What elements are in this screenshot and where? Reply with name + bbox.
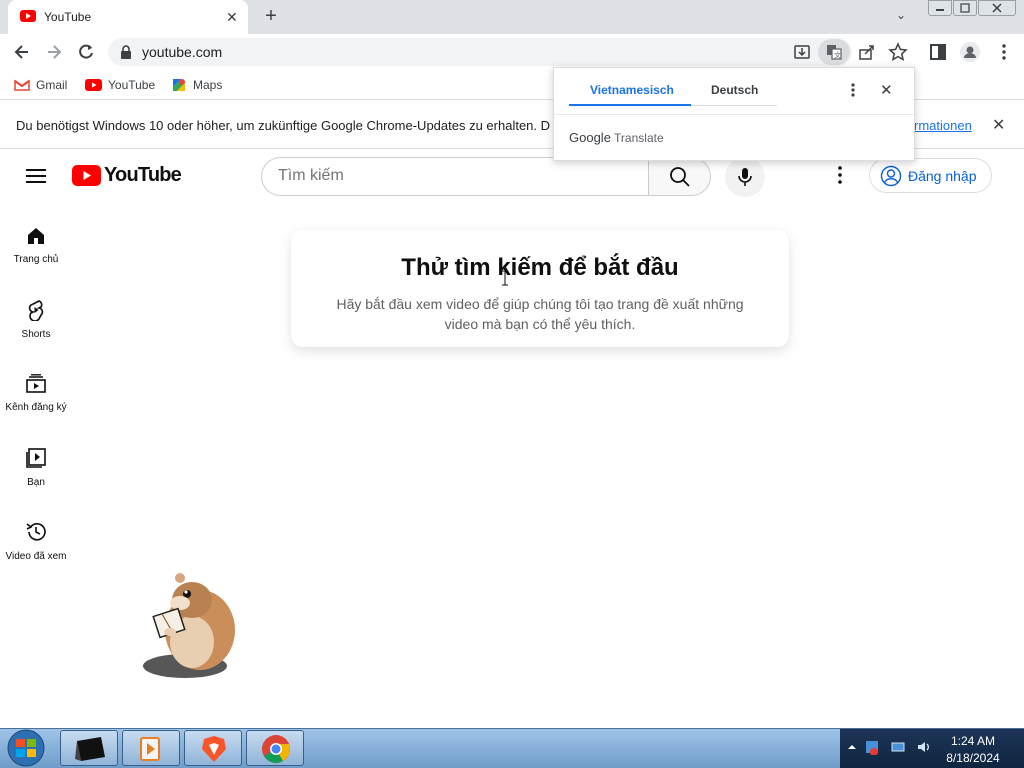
google-translate-brand: Google Translate xyxy=(569,130,664,145)
sidebar-item-label: Bạn xyxy=(27,477,45,488)
search-input[interactable] xyxy=(278,167,638,185)
sign-in-label: Đăng nhập xyxy=(908,167,977,184)
translate-popup: Vietnamesisch Deutsch ✕ Google Translate xyxy=(553,67,915,161)
tray-network-icon[interactable] xyxy=(890,739,906,755)
brave-icon xyxy=(185,731,241,767)
sidebar-item-home[interactable]: Trang chủ xyxy=(0,226,72,265)
forward-icon[interactable] xyxy=(44,42,64,62)
sidebar-item-shorts[interactable]: Shorts xyxy=(0,299,72,340)
search-box[interactable] xyxy=(261,157,649,196)
empty-state-title: Thử tìm kiếm để bắt đầu xyxy=(401,254,679,281)
youtube-icon xyxy=(85,79,102,91)
start-button[interactable] xyxy=(6,729,46,767)
reload-icon[interactable] xyxy=(76,42,96,62)
tab-youtube[interactable]: YouTube ✕ xyxy=(8,0,248,34)
home-icon xyxy=(0,226,72,246)
google-brand-text: Google xyxy=(569,130,611,145)
clock-date: 8/18/2024 xyxy=(946,751,1000,765)
tray-expand-icon[interactable] xyxy=(848,743,856,751)
chrome-menu-icon[interactable] xyxy=(994,42,1014,62)
translate-close-icon[interactable]: ✕ xyxy=(880,81,893,99)
side-panel-icon[interactable] xyxy=(928,42,948,62)
search-button[interactable] xyxy=(648,157,711,196)
hamburger-menu-icon[interactable] xyxy=(26,167,46,185)
youtube-favicon-icon xyxy=(20,10,36,22)
window-close-button[interactable] xyxy=(978,0,1016,16)
sidebar-item-label: Shorts xyxy=(21,329,51,340)
infobar-message: Du benötigst Windows 10 oder höher, um z… xyxy=(16,118,551,133)
clock-time: 1:24 AM xyxy=(950,734,996,748)
text-cursor-icon xyxy=(502,270,508,286)
account-icon xyxy=(880,165,902,187)
taskbar-media-player-app[interactable] xyxy=(122,730,180,766)
youtube-logo-text: YouTube xyxy=(104,164,182,186)
translate-page-icon[interactable]: 文 xyxy=(818,39,850,65)
terminal-icon xyxy=(61,731,117,767)
bookmark-maps[interactable]: Maps xyxy=(171,77,222,93)
taskbar-brave-browser[interactable] xyxy=(184,730,242,766)
sidebar-item-label: Trang chủ xyxy=(13,254,59,265)
shorts-icon xyxy=(0,299,72,321)
translate-divider xyxy=(554,114,914,115)
youtube-logo[interactable]: YouTube xyxy=(72,164,182,187)
tray-app-icon[interactable] xyxy=(864,739,880,755)
tab-title: YouTube xyxy=(44,10,92,24)
subscriptions-icon xyxy=(0,374,72,394)
translate-source-tab[interactable]: Vietnamesisch xyxy=(590,83,674,97)
infobar-more-info-link[interactable]: rmationen xyxy=(914,118,972,133)
translate-options-icon[interactable] xyxy=(850,82,856,98)
history-icon xyxy=(0,521,72,543)
tab-search-icon[interactable]: ⌄ xyxy=(896,8,906,22)
svg-text:文: 文 xyxy=(834,51,841,60)
translate-brand-text: Translate xyxy=(614,131,664,145)
sidebar-item-label: Kênh đăng ký xyxy=(5,402,67,413)
sidebar-item-you[interactable]: Bạn xyxy=(0,447,72,488)
sidebar-item-label: Video đã xem xyxy=(5,551,67,562)
back-icon[interactable] xyxy=(12,42,32,62)
profile-icon[interactable] xyxy=(960,42,980,62)
bookmark-gmail[interactable]: Gmail xyxy=(14,77,67,93)
taskbar-chrome-browser[interactable] xyxy=(246,730,304,766)
tab-divider xyxy=(691,105,777,106)
media-player-icon xyxy=(123,731,179,767)
bookmark-label: Gmail xyxy=(36,78,68,92)
new-tab-button[interactable]: + xyxy=(260,5,282,27)
bookmark-label: YouTube xyxy=(108,78,156,92)
infobar-close-icon[interactable]: ✕ xyxy=(992,115,1005,135)
settings-more-icon[interactable] xyxy=(830,165,850,185)
url-text[interactable]: youtube.com xyxy=(142,44,222,60)
sidebar-item-history[interactable]: Video đã xem xyxy=(0,521,72,562)
hamster-reading-image xyxy=(140,570,242,680)
restore-button[interactable] xyxy=(953,0,977,16)
sign-in-button[interactable]: Đăng nhập xyxy=(869,158,992,193)
active-tab-underline xyxy=(569,104,691,106)
library-icon xyxy=(0,447,72,469)
empty-state-body: Hãy bắt đầu xem video để giúp chúng tôi … xyxy=(336,296,744,332)
share-icon[interactable] xyxy=(857,42,877,62)
minimize-button[interactable] xyxy=(928,0,952,16)
tab-close-icon[interactable]: ✕ xyxy=(226,9,238,26)
gmail-icon xyxy=(14,79,30,91)
taskbar-clock[interactable]: 1:24 AM 8/18/2024 xyxy=(940,733,1006,767)
bookmark-youtube[interactable]: YouTube xyxy=(85,77,155,93)
chrome-icon xyxy=(247,731,303,767)
taskbar-terminal-app[interactable] xyxy=(60,730,118,766)
address-bar[interactable]: youtube.com xyxy=(108,38,852,66)
tray-volume-icon[interactable] xyxy=(916,739,932,755)
maps-icon xyxy=(171,77,187,93)
bookmark-star-icon[interactable] xyxy=(888,42,908,62)
install-app-icon[interactable] xyxy=(792,42,812,62)
empty-state-card: Thử tìm kiếm để bắt đầu Hãy bắt đầu xem … xyxy=(291,230,789,347)
sidebar-item-subscriptions[interactable]: Kênh đăng ký xyxy=(0,374,72,413)
youtube-play-icon xyxy=(72,165,101,186)
voice-search-button[interactable] xyxy=(725,157,765,197)
translate-target-tab[interactable]: Deutsch xyxy=(711,83,758,97)
bookmark-label: Maps xyxy=(193,78,223,92)
lock-icon[interactable] xyxy=(120,45,132,59)
